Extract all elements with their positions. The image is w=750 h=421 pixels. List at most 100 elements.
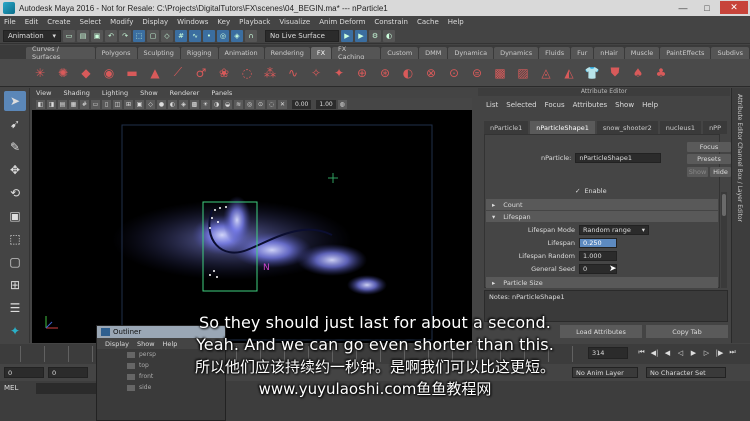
default-material-icon[interactable]: ◐ [168,99,177,109]
enable-checkbox[interactable]: ✓ [575,187,580,195]
nparticle-instancer-icon[interactable]: ▲ [145,63,165,83]
outliner-layout-icon[interactable]: ☰ [4,298,26,318]
menuset-dropdown[interactable]: Animation ▾ [3,29,61,42]
shelf-tab-rigging[interactable]: Rigging [180,47,218,59]
ae-menu-focus[interactable]: Focus [545,101,565,109]
render-settings-icon[interactable]: ⚙ [369,29,381,42]
ocean-icon[interactable]: ◬ [536,63,556,83]
select-tool-icon[interactable]: ➤ [4,91,26,111]
wireframe-icon[interactable]: ◇ [146,99,155,109]
ae-menu-list[interactable]: List [486,101,498,109]
field-newton-icon[interactable]: ◌ [237,63,257,83]
focus-button[interactable]: Focus [687,142,731,152]
menu-windows[interactable]: Windows [177,18,208,26]
panel-menu-renderer[interactable]: Renderer [170,89,200,97]
new-scene-icon[interactable]: ▭ [63,29,75,42]
range-start-field[interactable]: 0 [4,367,44,378]
near-clip-field[interactable]: 0.00 [292,99,312,109]
ambient-occlusion-icon[interactable]: ◒ [223,99,232,109]
magnet-icon[interactable]: ∩ [245,29,257,42]
copy-tab-button[interactable]: Copy Tab [646,325,728,338]
attribute-editor-scrollbar[interactable] [721,192,727,288]
snap-view-icon[interactable]: ◎ [217,29,229,42]
smooth-shade-icon[interactable]: ● [157,99,166,109]
nrigid-icon[interactable]: ◐ [398,63,418,83]
lifespan-random-field[interactable]: 1.000 [579,251,617,261]
shelf-tab-subdivs[interactable]: Subdivs [711,47,749,59]
fluid-container-icon[interactable]: ▩ [490,63,510,83]
shelf-tab-dmm[interactable]: DMM [419,47,448,59]
shelf-tab-polygons[interactable]: Polygons [95,47,137,59]
menu-visualize[interactable]: Visualize [279,18,310,26]
ae-menu-show[interactable]: Show [615,101,634,109]
tab-nucleus1[interactable]: nucleus1 [659,121,702,134]
field-turbulence-icon[interactable]: ∿ [283,63,303,83]
panel-menu-panels[interactable]: Panels [211,89,232,97]
vest-cloth-icon[interactable]: ♣ [651,63,671,83]
right-tab-strip[interactable]: Attribute Editor Channel Box / Layer Edi… [731,88,750,343]
lifespan-field[interactable]: 0.250 [579,238,617,248]
panel-menu-show[interactable]: Show [140,89,158,97]
shelf-tab-nhair[interactable]: nHair [594,47,624,59]
field-drag-icon[interactable]: ♂ [191,63,211,83]
perspective-viewport[interactable]: N [32,110,472,343]
show-button[interactable]: Show [687,167,708,177]
section-particle-size[interactable]: ▸ Particle Size [486,277,718,288]
rotate-tool-icon[interactable]: ⟲ [4,183,26,203]
render-icon[interactable]: ▶ [341,29,353,42]
play-forward-icon[interactable]: ▶ [688,347,699,358]
safe-action-icon[interactable]: ▣ [135,99,144,109]
save-scene-icon[interactable]: ▣ [91,29,103,42]
ae-menu-selected[interactable]: Selected [506,101,536,109]
maximize-button[interactable]: □ [696,1,718,14]
mel-input[interactable] [36,383,96,394]
shelf-tab-painteffects[interactable]: PaintEffects [660,47,711,59]
fluid-emitter-icon[interactable]: ▨ [513,63,533,83]
outliner-item-persp[interactable]: persp [97,349,225,360]
resolution-gate-icon[interactable]: ▯ [102,99,111,109]
live-surface-field[interactable]: No Live Surface [265,29,339,42]
node-name-field[interactable]: nParticleShape1 [575,153,662,163]
shelf-tab-sculpting[interactable]: Sculpting [137,47,180,59]
camera-attr-icon[interactable]: ◨ [47,99,56,109]
hide-button[interactable]: Hide [710,167,731,177]
field-vortex-icon[interactable]: ✦ [329,63,349,83]
xray-joints-icon[interactable]: ✕ [278,99,287,109]
isolate-select-icon[interactable]: ⊙ [256,99,265,109]
field-gravity-icon[interactable]: ❀ [214,63,234,83]
image-plane-icon[interactable]: ▦ [69,99,78,109]
play-back-icon[interactable]: ◁ [675,347,686,358]
collide-icon[interactable]: ▬ [122,63,142,83]
tab-nparticleshape1[interactable]: nParticleShape1 [530,121,595,134]
step-back-key-icon[interactable]: ◀| [649,347,660,358]
bookmark-icon[interactable]: ▤ [58,99,67,109]
section-count[interactable]: ▸ Count [486,199,718,210]
hypershade-icon[interactable]: ◐ [383,29,395,42]
last-tool-icon[interactable]: ⬚ [4,229,26,249]
redo-icon[interactable]: ↷ [119,29,131,42]
tab-npp[interactable]: nPP [703,121,728,134]
paint-select-icon[interactable]: ✎ [4,137,26,157]
ae-menu-help[interactable]: Help [642,101,658,109]
emitter-icon[interactable]: ✺ [53,63,73,83]
field-air-icon[interactable]: ⟋ [168,63,188,83]
open-scene-icon[interactable]: ▤ [77,29,89,42]
go-to-end-icon[interactable]: ⏭ [727,347,738,358]
step-forward-icon[interactable]: ▷ [701,347,712,358]
anti-aliasing-icon[interactable]: ◎ [245,99,254,109]
shelf-tab-rendering[interactable]: Rendering [264,47,310,59]
outliner-item-side[interactable]: side [97,382,225,393]
four-view-icon[interactable]: ⊞ [4,275,26,295]
go-to-start-icon[interactable]: ⏮ [636,347,647,358]
outliner-menu-help[interactable]: Help [163,340,178,348]
far-clip-field[interactable]: 1.00 [316,99,336,109]
shelf-tab-fx-caching[interactable]: FX Caching [332,45,381,61]
menu-modify[interactable]: Modify [110,18,133,26]
shadows-icon[interactable]: ◑ [212,99,221,109]
menu-key[interactable]: Key [217,18,230,26]
menu-help[interactable]: Help [448,18,464,26]
nparticle-tool-icon[interactable]: ✳ [30,63,50,83]
lasso-tool-icon[interactable]: ➹ [4,114,26,134]
nhair-icon[interactable]: ⊜ [467,63,487,83]
outliner-menu-display[interactable]: Display [105,340,129,348]
